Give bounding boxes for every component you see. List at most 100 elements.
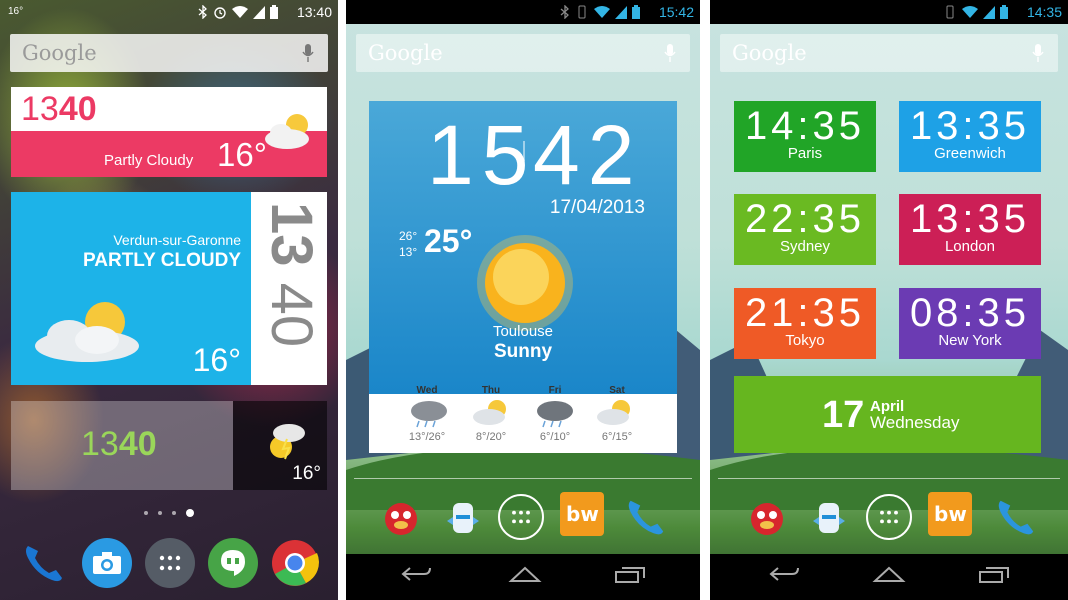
status-icons [198, 4, 278, 22]
clock-separator [523, 141, 525, 161]
bird-app-icon[interactable] [438, 492, 488, 542]
partly-cloudy-icon [261, 109, 317, 156]
tile-time: 22:35 [744, 197, 866, 241]
google-search-bar[interactable]: Google [720, 34, 1058, 72]
world-clock-tile[interactable]: 14:35 Paris [734, 101, 876, 172]
rain-cloud-icon [407, 397, 449, 434]
signal-icon [253, 5, 265, 22]
angry-bird-app-icon[interactable] [376, 492, 426, 542]
wifi-icon [594, 5, 610, 22]
tile-time: 13:35 [909, 197, 1031, 241]
widget-hours: 15 [427, 108, 537, 202]
apps-icon[interactable] [866, 494, 912, 540]
phone-screen-2: 15:42 Google 15 42 17/04/2013 26° 13° 25… [346, 0, 700, 600]
bird-app-icon[interactable] [804, 492, 854, 542]
phone-icon[interactable] [18, 538, 68, 588]
partly-cloudy-icon [27, 296, 155, 371]
tile-time: 21:35 [744, 291, 866, 335]
weather-location: Verdun-sur-Garonne [113, 232, 241, 248]
phone-screen-3: 14:35 Google 14:35 Paris 13:35 Greenwich… [710, 0, 1068, 600]
phone-icon[interactable] [990, 492, 1040, 542]
status-bar: 16° 13:40 [0, 0, 338, 24]
dock [0, 536, 338, 592]
back-icon[interactable] [768, 564, 800, 589]
home-icon[interactable] [508, 564, 542, 589]
wifi-icon [962, 5, 978, 22]
weather-location: Toulouse [492, 323, 554, 340]
microphone-icon[interactable] [302, 44, 314, 67]
forecast-day-label: Sat [609, 385, 625, 396]
world-clock-tile[interactable]: 13:35 Greenwich [899, 101, 1041, 172]
microphone-icon[interactable] [1032, 44, 1044, 67]
google-logo: Google [368, 41, 443, 65]
world-clock-tile[interactable]: 08:35 New York [899, 288, 1041, 359]
widget-clock: 1340 [81, 425, 157, 463]
status-bar: 14:35 [710, 0, 1068, 24]
apps-icon[interactable] [498, 494, 544, 540]
alarm-icon [213, 5, 227, 22]
angry-bird-app-icon[interactable] [742, 492, 792, 542]
status-icons [943, 5, 1008, 22]
weather-temperature: 16° [217, 136, 267, 173]
date-tile[interactable]: 17 April Wednesday [734, 376, 1041, 453]
page-dot-active[interactable] [186, 509, 194, 517]
date-day: 17 [822, 394, 865, 436]
dock-divider [718, 478, 1060, 479]
partly-cloudy-icon [595, 397, 637, 434]
widget-clock-panel: 1340 [11, 401, 233, 490]
weather-condition: PARTLY CLOUDY [82, 250, 241, 271]
home-icon[interactable] [872, 564, 906, 589]
back-icon[interactable] [400, 564, 432, 589]
page-dot[interactable] [144, 511, 148, 515]
page-dot[interactable] [172, 511, 176, 515]
nav-bar [710, 554, 1068, 600]
forecast-day-label: Thu [481, 385, 501, 396]
clock-weather-widget-blue[interactable]: Verdun-sur-Garonne PARTLY CLOUDY 16° 13 … [11, 192, 327, 385]
battery-icon [1000, 5, 1008, 22]
bluetooth-icon [560, 4, 570, 22]
apps-icon[interactable] [145, 538, 195, 588]
google-logo: Google [22, 41, 97, 65]
world-clock-tile[interactable]: 21:35 Tokyo [734, 288, 876, 359]
battery-icon [632, 5, 640, 22]
world-clock-tile[interactable]: 13:35 London [899, 194, 1041, 265]
tile-time: 13:35 [909, 104, 1031, 148]
bw-app-icon[interactable]: bw [928, 492, 972, 536]
chrome-icon[interactable] [270, 538, 320, 588]
forecast-day-label: Wed [416, 385, 438, 396]
weather-clock-widget[interactable]: 15 42 17/04/2013 26° 13° 25° Toulouse Su… [369, 101, 677, 453]
nav-bar [346, 554, 700, 600]
status-time: 14:35 [1026, 4, 1062, 20]
weather-temperature: 16° [292, 463, 321, 484]
google-search-bar[interactable]: Google [10, 34, 328, 72]
weather-temperature: 16° [192, 342, 241, 378]
forecast-day-label: Fri [548, 385, 562, 396]
temperature-low: 13° [399, 245, 418, 259]
recents-icon[interactable] [614, 564, 646, 589]
recents-icon[interactable] [978, 564, 1010, 589]
vibrate-icon [575, 5, 589, 22]
status-time: 13:40 [296, 4, 332, 20]
temperature-high: 26° [399, 229, 418, 243]
weather-condition: Sunny [493, 341, 553, 362]
status-icons [560, 4, 640, 22]
google-search-bar[interactable]: Google [356, 34, 690, 72]
page-dot[interactable] [158, 511, 162, 515]
clock-weather-widget-pink[interactable]: 1340 Partly Cloudy 16° [11, 87, 327, 177]
partly-cloudy-icon [471, 397, 513, 434]
phone-icon[interactable] [620, 492, 670, 542]
weather-condition: Partly Cloudy [104, 152, 194, 169]
signal-icon [983, 5, 995, 22]
status-bar: 15:42 [346, 0, 700, 24]
hangouts-icon[interactable] [208, 538, 258, 588]
world-clock-tile[interactable]: 22:35 Sydney [734, 194, 876, 265]
status-temperature: 16° [8, 6, 24, 17]
widget-sky-panel: 15 42 17/04/2013 26° 13° 25° Toulouse Su… [369, 101, 677, 394]
camera-icon[interactable] [82, 538, 132, 588]
widget-clock-panel: 13 40 [251, 192, 327, 385]
microphone-icon[interactable] [664, 44, 676, 67]
bluetooth-icon [198, 4, 208, 22]
bw-app-icon[interactable]: bw [560, 492, 604, 536]
clock-weather-widget-glass[interactable]: 1340 16° [11, 401, 327, 490]
widget-minutes: 42 [533, 108, 643, 202]
